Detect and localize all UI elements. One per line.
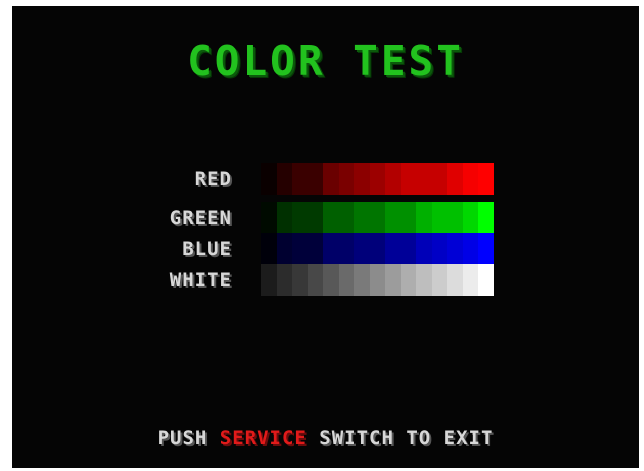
color-swatch [323, 163, 339, 195]
color-swatch [292, 202, 308, 234]
color-swatch [307, 233, 323, 265]
color-swatch [400, 202, 416, 234]
color-swatch [276, 264, 292, 296]
color-swatch [323, 202, 339, 234]
color-swatch [292, 264, 308, 296]
color-swatch [447, 264, 463, 296]
color-swatch [385, 163, 401, 195]
color-swatch [416, 233, 432, 265]
color-swatch [261, 264, 277, 296]
color-swatch [276, 163, 292, 195]
color-swatch [400, 233, 416, 265]
color-swatch [462, 233, 478, 265]
color-swatch [400, 264, 416, 296]
color-swatch [354, 264, 370, 296]
color-swatch [478, 202, 494, 234]
color-swatch [462, 163, 478, 195]
color-swatch [323, 264, 339, 296]
color-swatch [354, 233, 370, 265]
color-swatch [338, 202, 354, 234]
color-swatch [338, 264, 354, 296]
color-swatch [338, 233, 354, 265]
color-swatch [385, 233, 401, 265]
color-swatch [261, 163, 277, 195]
color-swatch [416, 163, 432, 195]
color-swatch [431, 202, 447, 234]
color-swatch [431, 163, 447, 195]
color-swatch [478, 163, 494, 195]
color-swatch [292, 163, 308, 195]
color-swatch [462, 264, 478, 296]
color-swatch [261, 202, 277, 234]
row-label: WHITE [169, 269, 232, 291]
row-label: RED [194, 168, 232, 190]
row-label: GREEN [169, 207, 232, 229]
swatch-bar [261, 264, 494, 296]
color-swatch [307, 264, 323, 296]
screen-title: COLOR TEST [187, 37, 464, 85]
service-switch-label: SERVICE [219, 427, 307, 449]
game-screen: COLOR TEST RED GREEN BLUE WHITE PUSH SER… [12, 6, 639, 468]
color-swatch [431, 233, 447, 265]
color-swatch [354, 163, 370, 195]
color-swatch [462, 202, 478, 234]
color-swatch [478, 233, 494, 265]
color-swatch [447, 163, 463, 195]
color-swatch [323, 233, 339, 265]
swatch-bar [261, 163, 494, 195]
color-swatch [385, 202, 401, 234]
swatch-bar [261, 202, 494, 234]
color-swatch [338, 163, 354, 195]
color-swatch [276, 202, 292, 234]
exit-prompt: PUSH SERVICE SWITCH TO EXIT [12, 427, 639, 449]
color-swatch [307, 163, 323, 195]
color-swatch [431, 264, 447, 296]
color-swatch [276, 233, 292, 265]
color-swatch [369, 202, 385, 234]
color-swatch [416, 264, 432, 296]
color-swatch [369, 233, 385, 265]
color-swatch [447, 202, 463, 234]
swatch-bar [261, 233, 494, 265]
prompt-text-after: SWITCH TO EXIT [306, 427, 494, 449]
color-swatch [478, 264, 494, 296]
color-swatch [307, 202, 323, 234]
color-swatch [369, 163, 385, 195]
color-swatch [416, 202, 432, 234]
row-label: BLUE [182, 238, 232, 260]
color-swatch [261, 233, 277, 265]
color-swatch [292, 233, 308, 265]
color-swatch [447, 233, 463, 265]
color-swatch [369, 264, 385, 296]
color-swatch [354, 202, 370, 234]
color-swatch [385, 264, 401, 296]
color-swatch [400, 163, 416, 195]
prompt-text-before: PUSH [157, 427, 220, 449]
